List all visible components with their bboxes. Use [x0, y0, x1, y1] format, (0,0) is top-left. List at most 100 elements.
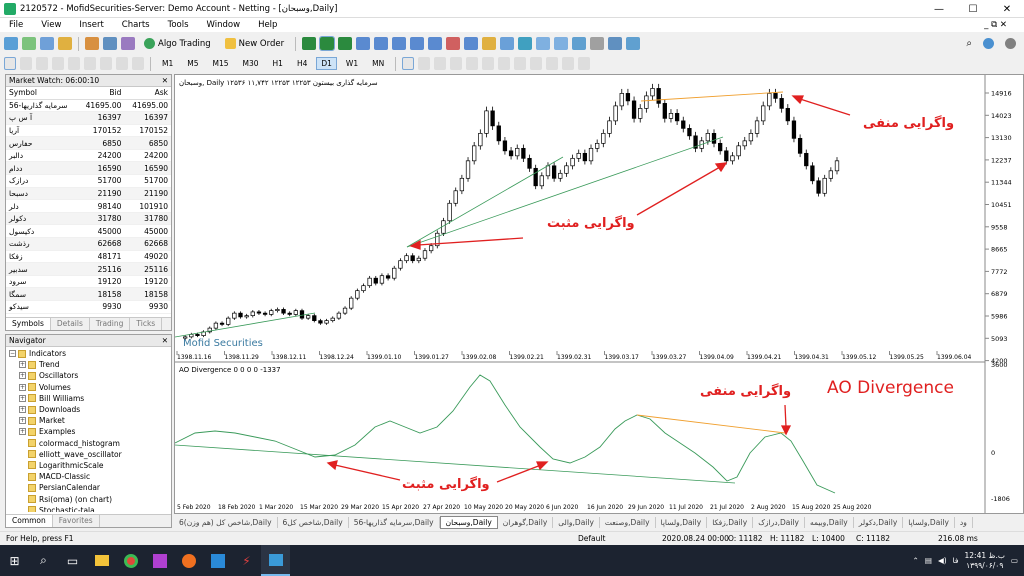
menu-view[interactable]: View	[32, 20, 70, 30]
chart-shift-icon[interactable]	[428, 37, 443, 50]
navigator-item[interactable]: colormacd_histogram	[9, 438, 168, 449]
fibo-icon[interactable]	[100, 57, 112, 70]
chart-tab[interactable]: وسبحان,Daily	[439, 515, 498, 529]
table-row[interactable]: دسبحا 21190 21190	[6, 187, 171, 201]
channel-icon[interactable]	[84, 57, 96, 70]
chart-tab[interactable]: شاخص کل (هم وزن)6,Daily	[174, 516, 278, 528]
line-chart-icon[interactable]	[338, 37, 353, 50]
close-button[interactable]: ✕	[990, 0, 1024, 18]
strategy-tester-icon[interactable]	[85, 37, 99, 50]
column-header-bid[interactable]: Bid	[77, 87, 125, 100]
equidistant-tool-icon[interactable]	[482, 57, 495, 70]
chart-tab[interactable]: والی,Daily	[553, 516, 600, 528]
new-order-button[interactable]: New Order	[220, 36, 289, 51]
market-watch-icon[interactable]	[40, 37, 54, 50]
timeframe-mn[interactable]: MN	[367, 57, 389, 70]
user-icon[interactable]	[1005, 38, 1016, 49]
bar-chart-icon[interactable]	[302, 37, 317, 50]
price-chart[interactable]: وسبحان, Daily ۱۲۵۳۶ ۱۱,۷۴۲ ۱۲۲۵۳ ۱۲۲۵۳ س…	[174, 75, 1023, 513]
tab-favorites[interactable]: Favorites	[53, 515, 100, 527]
tab-trading[interactable]: Trading	[90, 318, 131, 330]
task-view-icon[interactable]: ▭	[58, 545, 87, 576]
expand-icon[interactable]: +	[19, 383, 26, 391]
table-row[interactable]: آریا 170152 170152	[6, 124, 171, 138]
volume-icon[interactable]: ◀)	[938, 556, 947, 565]
chart-tab[interactable]: شاخص کل6,Daily	[278, 516, 349, 528]
table-row[interactable]: دالبر 24200 24200	[6, 149, 171, 163]
tile-windows-icon[interactable]	[392, 37, 407, 50]
table-row[interactable]: زفکا 48171 49020	[6, 250, 171, 264]
expand-icon[interactable]: +	[19, 428, 26, 436]
trendline-icon[interactable]	[68, 57, 80, 70]
table-row[interactable]: دکولر 31780 31780	[6, 212, 171, 226]
table-row[interactable]: سدبیر 25116 25116	[6, 262, 171, 276]
chrome-icon[interactable]	[116, 545, 145, 576]
expand-icon[interactable]: +	[19, 394, 26, 402]
expand-icon[interactable]: +	[19, 372, 26, 380]
language-indicator[interactable]: فا	[953, 556, 959, 565]
mdi-controls[interactable]: _ ⧉ ✕	[975, 20, 1016, 30]
shapes-tool-icon[interactable]	[562, 57, 575, 70]
vertical-line-icon[interactable]	[36, 57, 48, 70]
chart-tab[interactable]: ولساپا,Daily	[656, 516, 708, 528]
navigator-item[interactable]: − Indicators	[9, 348, 168, 359]
text-tool-icon[interactable]	[514, 57, 527, 70]
timeframe-h4[interactable]: H4	[292, 57, 312, 70]
navigator-icon[interactable]	[58, 37, 72, 50]
autoscroll-icon[interactable]	[410, 37, 425, 50]
menu-help[interactable]: Help	[249, 20, 286, 30]
candlestick-icon[interactable]	[319, 36, 336, 51]
menu-window[interactable]: Window	[198, 20, 250, 30]
toolbox-window-icon[interactable]	[572, 37, 587, 50]
zoom-out-icon[interactable]	[374, 37, 389, 50]
navigator-item[interactable]: + Market	[9, 415, 168, 426]
navigator-item[interactable]: + Examples	[9, 426, 168, 437]
chart-tab[interactable]: وصنعت,Daily	[600, 516, 656, 528]
notifications-icon[interactable]: ▭	[1011, 556, 1018, 565]
table-row[interactable]: سرود 19120 19120	[6, 275, 171, 289]
chart-tab[interactable]: وبیمه,Daily	[805, 516, 854, 528]
menu-tools[interactable]: Tools	[159, 20, 198, 30]
menu-file[interactable]: File	[0, 20, 32, 30]
indicators-icon[interactable]	[446, 37, 461, 50]
zoom-in-icon[interactable]	[356, 37, 371, 50]
windows-start-icon[interactable]: ⊞	[0, 545, 29, 576]
timeframe-m15[interactable]: M15	[208, 57, 234, 70]
navigator-item[interactable]: + Bill Williams	[9, 393, 168, 404]
search-icon[interactable]: ⌕	[966, 38, 972, 49]
arrow-tool-icon[interactable]	[546, 57, 559, 70]
table-row[interactable]: دکیسول 45000 45000	[6, 224, 171, 239]
menu-charts[interactable]: Charts	[113, 20, 159, 30]
signals-icon[interactable]	[626, 37, 641, 50]
new-chart-icon[interactable]	[4, 37, 18, 50]
trend-tool-icon[interactable]	[466, 57, 479, 70]
select-tool-icon[interactable]	[402, 57, 415, 70]
navigator-item[interactable]: + Oscillators	[9, 370, 168, 381]
label-tool-icon[interactable]	[530, 57, 543, 70]
phpstorm-icon[interactable]	[145, 545, 174, 576]
navigator-item[interactable]: + Trend	[9, 359, 168, 370]
navigator-item[interactable]: Stochastic-tala	[9, 505, 168, 512]
flash-app-icon[interactable]: ⚡	[232, 545, 261, 576]
minimize-button[interactable]: —	[922, 0, 956, 18]
firefox-icon[interactable]	[174, 545, 203, 576]
cursor-icon[interactable]	[4, 57, 16, 70]
navigator-item[interactable]: PersianCalendar	[9, 482, 168, 493]
profiles-icon[interactable]	[22, 37, 36, 50]
expand-icon[interactable]: +	[19, 417, 26, 425]
close-icon[interactable]: ✕	[162, 76, 168, 85]
crosshair-tool-icon[interactable]	[418, 57, 431, 70]
navigator-item[interactable]: Rsi(oma) (on chart)	[9, 493, 168, 504]
tab-details[interactable]: Details	[51, 318, 90, 330]
expand-icon[interactable]: −	[9, 350, 16, 358]
hline-tool-icon[interactable]	[450, 57, 463, 70]
toolbox-icon[interactable]	[121, 37, 135, 50]
chart-tab[interactable]: ود	[955, 516, 973, 528]
tray-expand-icon[interactable]: ⌃	[913, 556, 919, 565]
navigator-item[interactable]: MACD-Classic	[9, 471, 168, 482]
table-row[interactable]: دلر 98140 101910	[6, 199, 171, 213]
chart-tab[interactable]: زفکا,Daily	[707, 516, 754, 528]
timeframe-w1[interactable]: W1	[341, 57, 363, 70]
tab-common[interactable]: Common	[6, 515, 53, 527]
community-icon[interactable]	[983, 38, 994, 49]
